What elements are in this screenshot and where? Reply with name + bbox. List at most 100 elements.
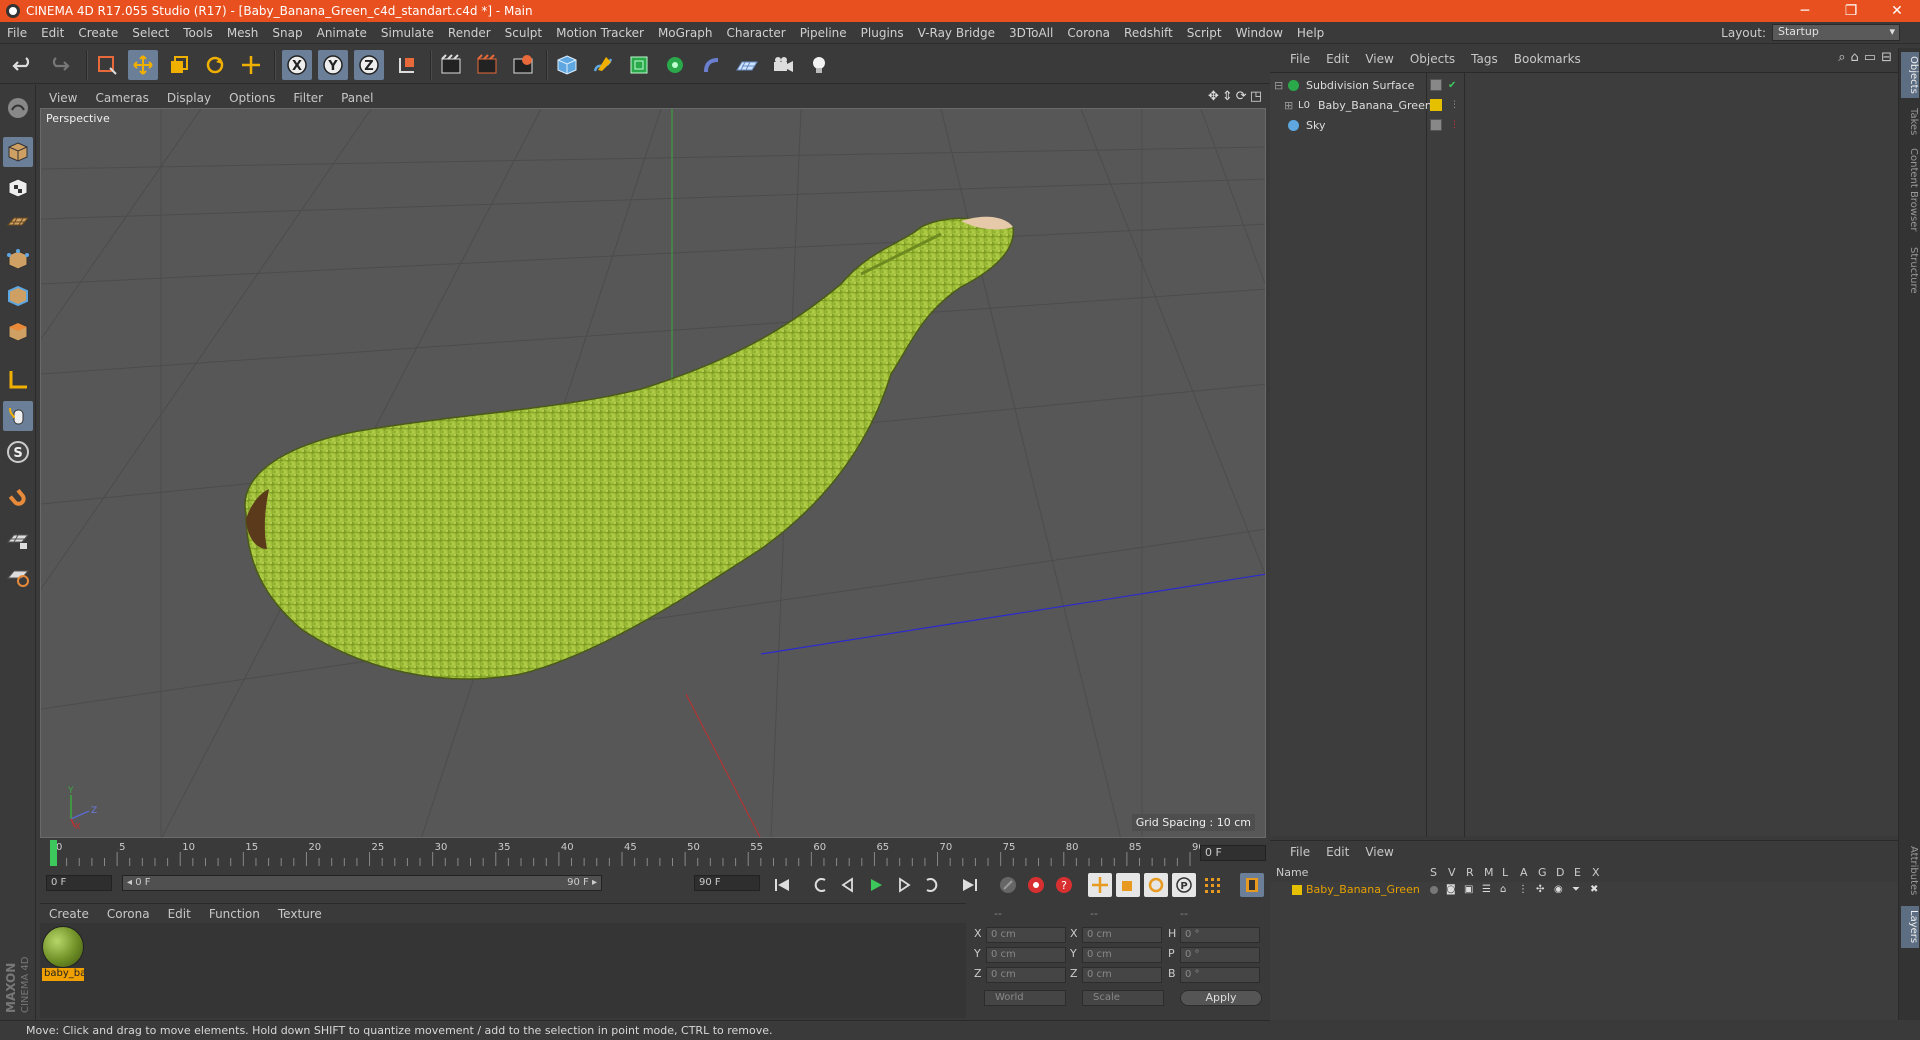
z-axis-lock-icon[interactable]: Z bbox=[354, 50, 384, 80]
cube-primitive-icon[interactable] bbox=[552, 50, 582, 80]
menu-snap[interactable]: Snap bbox=[265, 26, 309, 40]
camera-icon[interactable] bbox=[768, 50, 798, 80]
key-rotation-icon[interactable] bbox=[1144, 873, 1168, 897]
material-preview-swatch[interactable] bbox=[42, 926, 84, 968]
object-expand-icon[interactable]: ⊟ bbox=[1881, 50, 1892, 65]
enabled-check-icon[interactable]: ✔ bbox=[1448, 80, 1456, 91]
tweak-mode-icon[interactable] bbox=[3, 401, 33, 431]
layer-solo-toggle[interactable] bbox=[1430, 886, 1438, 894]
viewport-dolly-icon[interactable]: ⇕ bbox=[1222, 89, 1233, 104]
expand-toggle-icon[interactable]: ⊞ bbox=[1284, 99, 1293, 112]
menu-render[interactable]: Render bbox=[441, 26, 498, 40]
material-menu-function[interactable]: Function bbox=[200, 907, 269, 921]
points-mode-icon[interactable] bbox=[3, 245, 33, 275]
live-selection-icon[interactable] bbox=[92, 50, 122, 80]
timeline-layout-icon[interactable] bbox=[1240, 873, 1264, 897]
object-home-icon[interactable]: ⌂ bbox=[1851, 50, 1859, 65]
polygons-mode-icon[interactable] bbox=[3, 317, 33, 347]
autokeying-icon[interactable]: ? bbox=[1052, 873, 1076, 897]
layer-view-toggle-icon[interactable]: ◙ bbox=[1446, 884, 1456, 895]
layer-generators-toggle-icon[interactable]: ✣ bbox=[1536, 884, 1544, 895]
menu-help[interactable]: Help bbox=[1290, 26, 1331, 40]
snap-magnet-icon[interactable] bbox=[3, 483, 33, 513]
solo-mode-icon[interactable]: S bbox=[3, 437, 33, 467]
menu-plugins[interactable]: Plugins bbox=[854, 26, 911, 40]
render-view-icon[interactable] bbox=[436, 50, 466, 80]
minimize-button[interactable]: ─ bbox=[1782, 0, 1828, 22]
timeline-playhead[interactable] bbox=[50, 840, 57, 866]
perspective-viewport[interactable]: Perspective Y Z X Grid Spacing : 10 cm bbox=[40, 108, 1266, 838]
tab-attributes[interactable]: Attributes bbox=[1901, 843, 1919, 899]
undo-icon[interactable] bbox=[8, 50, 38, 80]
cloner-icon[interactable] bbox=[660, 50, 690, 80]
layer-name[interactable]: Baby_Banana_Green bbox=[1306, 883, 1420, 896]
menu-motion-tracker[interactable]: Motion Tracker bbox=[549, 26, 651, 40]
planar-workplane-icon[interactable] bbox=[3, 561, 33, 591]
key-point-level-icon[interactable] bbox=[1200, 873, 1224, 897]
layer-xref-toggle-icon[interactable]: ✖ bbox=[1590, 884, 1598, 895]
current-frame-field[interactable]: 0 F bbox=[1200, 845, 1266, 861]
make-editable-icon[interactable] bbox=[3, 93, 33, 123]
layer-row[interactable]: Baby_Banana_Green ◙ ▣ ☰ ⌂ ⋮ ✣ ◉ ⏷ ✖ bbox=[1270, 882, 1898, 900]
key-scale-icon[interactable] bbox=[1116, 873, 1140, 897]
layer-tag-icon[interactable] bbox=[1430, 79, 1442, 91]
layer-menu-file[interactable]: File bbox=[1270, 845, 1318, 859]
restore-button[interactable]: ❐ bbox=[1828, 0, 1874, 22]
layer-deformers-toggle-icon[interactable]: ◉ bbox=[1554, 884, 1563, 895]
menu-redshift[interactable]: Redshift bbox=[1117, 26, 1180, 40]
menu-character[interactable]: Character bbox=[719, 26, 792, 40]
timeline-ruler[interactable]: 051015202530354045505560657075808590 bbox=[40, 838, 1266, 868]
coord-pos-x-field[interactable]: 0 cm bbox=[986, 927, 1066, 943]
viewport-menu-display[interactable]: Display bbox=[158, 91, 220, 105]
coord-size-y-field[interactable]: 0 cm bbox=[1082, 947, 1162, 963]
axis-mode-icon[interactable] bbox=[3, 365, 33, 395]
object-row-subdivision-surface[interactable]: ⊟ Subdivision Surface ✔ bbox=[1270, 75, 1898, 95]
collapse-toggle-icon[interactable]: ⊟ bbox=[1274, 79, 1283, 92]
tab-takes[interactable]: Takes bbox=[1901, 104, 1919, 140]
viewport-menu-view[interactable]: View bbox=[40, 91, 86, 105]
menu-vray-bridge[interactable]: V-Ray Bridge bbox=[911, 26, 1002, 40]
layer-menu-edit[interactable]: Edit bbox=[1318, 845, 1357, 859]
rotate-tool-icon[interactable] bbox=[200, 50, 230, 80]
object-menu-view[interactable]: View bbox=[1357, 52, 1401, 66]
viewport-menu-cameras[interactable]: Cameras bbox=[86, 91, 157, 105]
viewport-menu-filter[interactable]: Filter bbox=[284, 91, 332, 105]
object-menu-tags[interactable]: Tags bbox=[1463, 52, 1506, 66]
x-axis-lock-icon[interactable]: X bbox=[282, 50, 312, 80]
menu-mesh[interactable]: Mesh bbox=[220, 26, 266, 40]
go-to-start-icon[interactable] bbox=[770, 873, 794, 897]
coord-rot-p-field[interactable]: 0 ° bbox=[1180, 947, 1260, 963]
workplane-mode-icon[interactable] bbox=[3, 207, 33, 237]
menu-corona[interactable]: Corona bbox=[1060, 26, 1117, 40]
layer-color-swatch[interactable] bbox=[1292, 885, 1302, 895]
coordinate-system-icon[interactable] bbox=[392, 50, 422, 80]
object-menu-bookmarks[interactable]: Bookmarks bbox=[1506, 52, 1589, 66]
object-row-sky[interactable]: Sky ⋮ bbox=[1270, 115, 1898, 135]
menu-select[interactable]: Select bbox=[125, 26, 176, 40]
object-menu-objects[interactable]: Objects bbox=[1402, 52, 1463, 66]
menu-tools[interactable]: Tools bbox=[176, 26, 220, 40]
layer-tag-icon[interactable] bbox=[1430, 119, 1442, 131]
play-forward-icon[interactable] bbox=[864, 873, 888, 897]
material-menu-edit[interactable]: Edit bbox=[159, 907, 200, 921]
viewport-maximize-icon[interactable]: ◳ bbox=[1250, 89, 1262, 104]
layer-render-toggle-icon[interactable]: ▣ bbox=[1464, 884, 1473, 895]
layer-manager-toggle-icon[interactable]: ☰ bbox=[1482, 884, 1491, 895]
close-button[interactable]: ✕ bbox=[1874, 0, 1920, 22]
subdivision-surface-icon[interactable] bbox=[624, 50, 654, 80]
previous-frame-icon[interactable] bbox=[836, 873, 860, 897]
deformer-icon[interactable] bbox=[696, 50, 726, 80]
coordinate-mode-dropdown[interactable]: World bbox=[984, 990, 1066, 1006]
menu-3dtoall[interactable]: 3DToAll bbox=[1002, 26, 1060, 40]
next-key-icon[interactable] bbox=[920, 873, 944, 897]
next-frame-icon[interactable] bbox=[892, 873, 916, 897]
layer-expressions-toggle-icon[interactable]: ⏷ bbox=[1572, 884, 1580, 895]
record-active-objects-icon[interactable] bbox=[1024, 873, 1048, 897]
layer-color-swatch[interactable] bbox=[1430, 99, 1442, 111]
key-parameter-icon[interactable]: P bbox=[1172, 873, 1196, 897]
coord-size-z-field[interactable]: 0 cm bbox=[1082, 967, 1162, 983]
object-row-baby-banana-green[interactable]: ⊞ L0 Baby_Banana_Green ⋮ bbox=[1270, 95, 1898, 115]
size-mode-dropdown[interactable]: Scale bbox=[1082, 990, 1164, 1006]
tab-layers[interactable]: Layers bbox=[1901, 906, 1919, 948]
layer-lock-toggle-icon[interactable]: ⌂ bbox=[1500, 884, 1506, 895]
